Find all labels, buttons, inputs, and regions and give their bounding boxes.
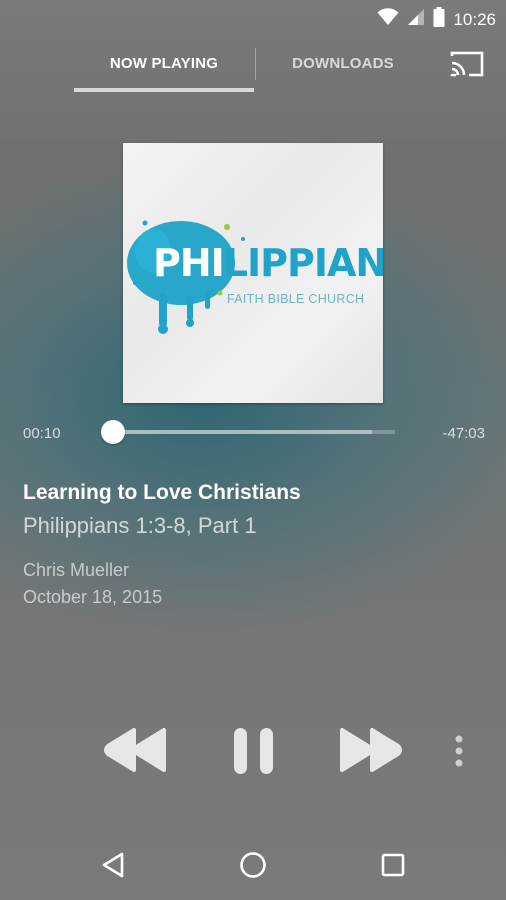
artwork-title: PHILIPPIANS (153, 241, 383, 285)
recents-icon (380, 852, 406, 883)
buffer-fill (112, 430, 373, 434)
artwork-subtitle: FAITH BIBLE CHURCH (227, 292, 365, 306)
rewind-icon (102, 728, 168, 784)
seek-thumb[interactable] (101, 420, 126, 444)
fast-forward-button[interactable] (338, 720, 404, 780)
playback-controls (0, 720, 506, 784)
artwork-title-highlight: PHI (153, 241, 225, 285)
tab-now-playing[interactable]: NOW PLAYING (74, 46, 254, 86)
rewind-button[interactable] (102, 720, 168, 780)
artwork-title-rest: LIPPIANS (223, 241, 383, 285)
more-options-button[interactable] (446, 720, 472, 780)
battery-icon (433, 7, 445, 32)
home-icon (239, 851, 267, 884)
navigation-bar (0, 835, 506, 900)
active-tab-indicator (74, 88, 254, 92)
cast-icon (449, 51, 485, 83)
back-icon (100, 851, 126, 884)
track-speaker: Chris Mueller (23, 560, 130, 580)
signal-icon (407, 8, 425, 31)
recents-button[interactable] (368, 845, 418, 889)
fast-forward-icon (338, 728, 404, 784)
seek-bar[interactable] (112, 430, 395, 434)
wifi-icon (377, 8, 399, 31)
track-subtitle: Philippians 1:3-8, Part 1 (23, 513, 257, 538)
track-date: October 18, 2015 (23, 587, 163, 607)
pause-icon (228, 728, 280, 784)
pause-button[interactable] (228, 720, 280, 780)
track-title: Learning to Love Christians (23, 481, 301, 504)
cast-button[interactable] (449, 49, 485, 79)
tab-divider (255, 48, 256, 80)
back-button[interactable] (88, 845, 138, 889)
status-bar: 10:26 (0, 0, 506, 36)
album-artwork: PHILIPPIANS FAITH BIBLE CHURCH (123, 143, 383, 403)
status-icons: 10:26 (377, 7, 496, 32)
more-vertical-icon (446, 735, 472, 784)
tab-downloads[interactable]: DOWNLOADS (268, 46, 418, 86)
elapsed-time: 00:10 (23, 425, 61, 442)
tab-bar: NOW PLAYING DOWNLOADS (0, 46, 506, 94)
home-button[interactable] (228, 845, 278, 889)
status-time: 10:26 (453, 9, 496, 29)
remaining-time: -47:03 (442, 425, 485, 442)
